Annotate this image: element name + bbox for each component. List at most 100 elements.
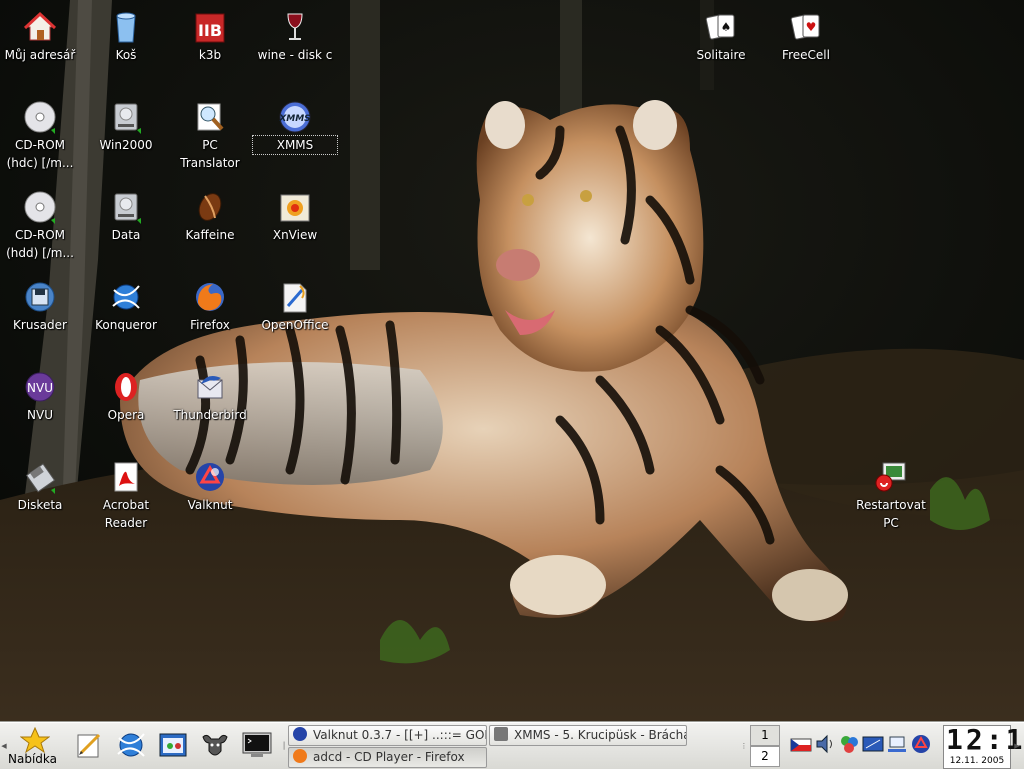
desktop-icon-label: OpenOffice	[261, 318, 329, 332]
xnview-icon	[278, 190, 312, 224]
svg-text:NVU: NVU	[27, 381, 53, 395]
nvu-icon: NVU	[23, 370, 57, 404]
desktop-icon-label: Disketa	[17, 498, 63, 512]
konqueror-icon	[117, 733, 145, 757]
desktop-icon-label: wine - disk c	[257, 48, 333, 62]
task-valknut[interactable]: Valknut 0.3.7 - [[+] ..:::= GOLD	[288, 725, 487, 746]
harddisk-icon	[109, 100, 143, 134]
desktop-icon-label: Data	[111, 228, 141, 242]
desktop-icon-wine[interactable]: wine - disk c	[253, 0, 337, 64]
taskbar: ◀ Nabídka │ Valknut 0.3.7 - [[+] ..:::= …	[0, 722, 1024, 769]
desktop-icon-xnview[interactable]: XnView	[253, 180, 337, 244]
quicklaunch-gnu[interactable]	[198, 727, 232, 763]
desktop-icon-win2000[interactable]: Win2000	[84, 90, 168, 154]
desktop-icon-disketa[interactable]: Disketa	[0, 450, 82, 514]
star-icon	[20, 727, 50, 753]
desktop-icon-trash[interactable]: Koš	[84, 0, 168, 64]
desktop-icon-label: NVU	[27, 408, 53, 422]
desktop-icon-solitaire[interactable]: ♠ Solitaire	[679, 0, 763, 64]
task-title: Valknut 0.3.7 - [[+] ..:::= GOLD	[313, 728, 487, 742]
desktop-icon-label: Konqueror	[95, 318, 157, 332]
desktop-icon-label: Solitaire	[696, 48, 746, 62]
konqueror-icon	[109, 280, 143, 314]
cdrom-icon	[23, 190, 57, 224]
quicklaunch-control-center[interactable]	[156, 727, 190, 763]
acrobat-reader-icon	[109, 460, 143, 494]
desktop-icon-freecell[interactable]: ♥ FreeCell	[764, 0, 848, 64]
desktop-icon-cdrom-hdd[interactable]: CD-ROM (hdd) [/m...	[0, 180, 82, 262]
desktop-icon-thunderbird[interactable]: Thunderbird	[168, 360, 252, 424]
kate-icon	[77, 733, 101, 758]
desktop-icon-cdrom-hdc[interactable]: CD-ROM (hdc) [/m...	[0, 90, 82, 172]
desktop-icon-acrobat[interactable]: Acrobat Reader	[84, 450, 168, 532]
openoffice-icon	[278, 280, 312, 314]
desktop-icon-label: FreeCell	[782, 48, 830, 62]
pager-desktop-2[interactable]: 2	[750, 746, 780, 767]
home-folder-icon	[23, 10, 57, 44]
valknut-tray-icon[interactable]	[910, 733, 932, 755]
pager-desktop-1[interactable]: 1	[750, 725, 780, 746]
volume-icon[interactable]	[814, 733, 836, 755]
desktop-icon-label: Valknut	[187, 498, 233, 512]
desktop-icon-label: Můj adresář	[4, 48, 76, 62]
task-xmms[interactable]: XMMS - 5. Krucipüsk - Brácha	[489, 725, 687, 746]
firefox-icon	[193, 280, 227, 314]
desktop-icon-label: k3b	[198, 48, 222, 62]
clock[interactable]: 12:12 12.11. 2005	[943, 723, 1024, 769]
task-title: XMMS - 5. Krucipüsk - Brácha	[514, 728, 687, 742]
restart-pc-icon	[874, 460, 908, 494]
desktop-icon-label: XMMS	[252, 135, 338, 155]
taskbar-separator: │	[281, 742, 287, 750]
desktop-pager: 1 2	[750, 725, 780, 767]
desktop-icon-label: Kaffeine	[185, 228, 235, 242]
desktop-icon-label: Win2000	[99, 138, 153, 152]
taskbar-handle[interactable]: ⋮	[740, 725, 748, 767]
task-firefox-cd-player[interactable]: adcd - CD Player - Firefox	[288, 747, 487, 768]
quicklaunch-konqueror[interactable]	[114, 727, 148, 763]
desktop-icon-label: CD-ROM (hdc) [/m...	[6, 138, 74, 170]
desktop-icon-k3b[interactable]: IIB k3b	[168, 0, 252, 64]
desktop-icon-label: Thunderbird	[173, 408, 247, 422]
floppy-icon	[23, 460, 57, 494]
thunderbird-icon	[193, 370, 227, 404]
svg-text:XMMS: XMMS	[278, 114, 310, 124]
task-title: adcd - CD Player - Firefox	[313, 750, 465, 764]
taskbar-hide-right-arrow[interactable]: ▶	[1013, 725, 1021, 767]
desktop-icon-xmms[interactable]: XMMS XMMS	[252, 90, 338, 155]
desktop-icon-konqueror[interactable]: Konqueror	[84, 270, 168, 334]
clock-time: 12:12	[946, 723, 1024, 756]
desktop-icon-pctranslator[interactable]: PC Translator	[168, 90, 252, 172]
quicklaunch-terminal[interactable]	[240, 727, 274, 763]
desktop-icon-valknut[interactable]: Valknut	[168, 450, 252, 514]
clock-date: 12.11. 2005	[949, 756, 1005, 766]
desktop-icon-firefox[interactable]: Firefox	[168, 270, 252, 334]
desktop-icon-kaffeine[interactable]: Kaffeine	[168, 180, 252, 244]
desktop-icon-nvu[interactable]: NVU NVU	[0, 360, 82, 424]
display-icon[interactable]	[862, 733, 884, 755]
start-menu-label: Nabídka	[8, 752, 57, 766]
terminal-icon	[242, 732, 272, 757]
opera-icon	[109, 370, 143, 404]
wine-glass-icon	[278, 10, 312, 44]
desktop-icon-label: Krusader	[13, 318, 67, 332]
keyboard-layout-icon[interactable]	[790, 733, 812, 755]
xmms-icon: XMMS	[278, 100, 312, 134]
start-menu-button[interactable]: Nabídka	[6, 725, 62, 767]
desktop-icon-restart[interactable]: Restartovat PC	[849, 450, 933, 532]
desktop-icon-data[interactable]: Data	[84, 180, 168, 244]
harddisk-icon	[109, 190, 143, 224]
xmms-icon	[494, 727, 508, 741]
quicklaunch-kate[interactable]	[72, 727, 106, 763]
desktop-icon-label: PC Translator	[180, 138, 240, 170]
desktop-icon-label: Koš	[115, 48, 137, 62]
desktop-icon-opera[interactable]: Opera	[84, 360, 168, 424]
svg-text:♠: ♠	[721, 20, 732, 34]
svg-text:IIB: IIB	[198, 21, 222, 40]
desktop-icon-openoffice[interactable]: OpenOffice	[253, 270, 337, 334]
network-icon[interactable]	[886, 733, 908, 755]
chat-icon[interactable]	[838, 733, 860, 755]
desktop-icon-home[interactable]: Můj adresář	[0, 0, 82, 64]
desktop-icon-label: Acrobat Reader	[102, 498, 150, 530]
desktop-icon-krusader[interactable]: Krusader	[0, 270, 82, 334]
kaffeine-icon	[193, 190, 227, 224]
